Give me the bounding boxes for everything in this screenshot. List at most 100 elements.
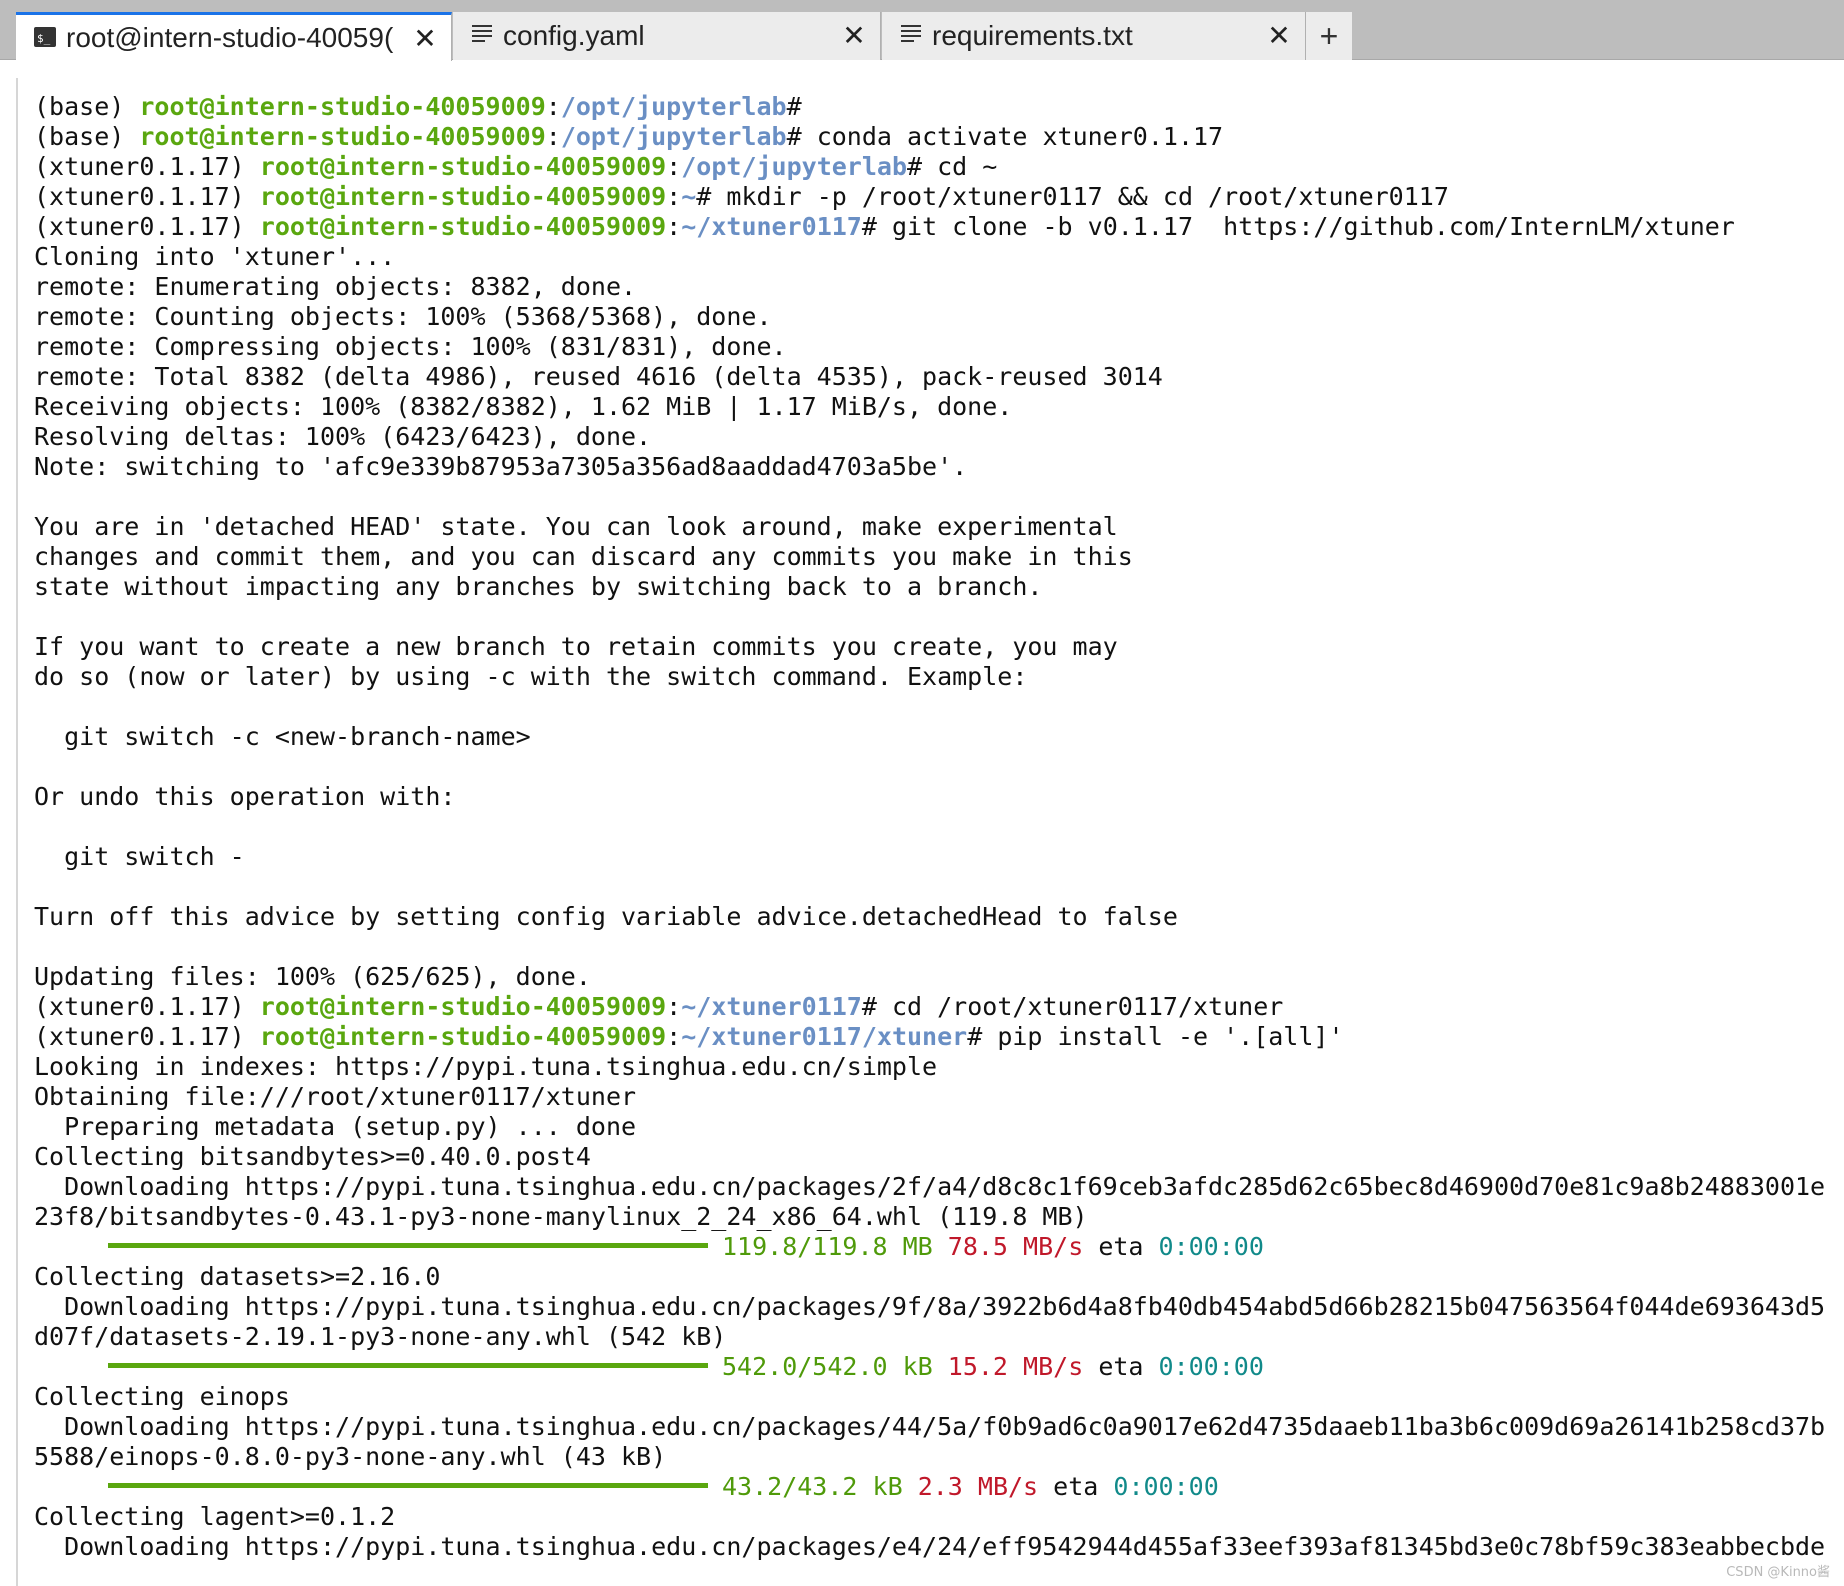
prompt-path: ~ [681, 182, 697, 211]
watermark: CSDN @Kinno酱 [1726, 1565, 1830, 1580]
output-line: Note: switching to 'afc9e339b87953a7305a… [34, 452, 968, 481]
output-line: remote: Total 8382 (delta 4986), reused … [34, 362, 1163, 391]
tab-terminal[interactable]: $_ root@intern-studio-40059( ✕ [16, 12, 452, 61]
progress-bar [108, 1242, 708, 1248]
close-icon[interactable]: ✕ [1263, 19, 1295, 51]
output-line: Downloading https://pypi.tuna.tsinghua.e… [34, 1172, 1826, 1201]
prompt-env: (base) [34, 122, 140, 151]
prompt-env: (xtuner0.1.17) [34, 1022, 260, 1051]
progress-bar [108, 1362, 708, 1368]
prompt-env: (xtuner0.1.17) [34, 212, 260, 241]
svg-text:$_: $_ [37, 32, 51, 45]
file-text-icon [900, 20, 922, 52]
output-line: Receiving objects: 100% (8382/8382), 1.6… [34, 392, 1013, 421]
progress-line: 43.2/43.2 kB 2.3 MB/s eta 0:00:00 [34, 1472, 1834, 1502]
output-line: Cloning into 'xtuner'... [34, 242, 396, 271]
progress-eta-label: eta [1053, 1472, 1099, 1501]
output-line: Downloading https://pypi.tuna.tsinghua.e… [34, 1532, 1826, 1561]
prompt-path: /opt/jupyterlab [681, 152, 908, 181]
plus-icon: + [1319, 17, 1339, 54]
prompt-user: root@intern-studio-40059009 [139, 92, 546, 121]
output-line: 23f8/bitsandbytes-0.43.1-py3-none-manyli… [34, 1202, 1088, 1231]
prompt-line: (base) root@intern-studio-40059009:/opt/… [34, 122, 1224, 151]
output-line: Downloading https://pypi.tuna.tsinghua.e… [34, 1292, 1826, 1321]
terminal-output[interactable]: (base) root@intern-studio-40059009:/opt/… [34, 92, 1834, 1582]
progress-eta: 0:00:00 [1158, 1232, 1264, 1261]
file-text-icon [471, 20, 493, 52]
tab-label: root@intern-studio-40059( [66, 22, 394, 53]
tab-config-yaml[interactable]: config.yaml ✕ [453, 12, 881, 60]
output-line: Turn off this advice by setting config v… [34, 902, 1178, 931]
progress-speed: 15.2 MB/s [947, 1352, 1084, 1381]
prompt-command: conda activate xtuner0.1.17 [801, 122, 1224, 151]
prompt-line: (base) root@intern-studio-40059009:/opt/… [34, 92, 802, 121]
output-line: Collecting einops [34, 1382, 290, 1411]
prompt-line: (xtuner0.1.17) root@intern-studio-400590… [34, 182, 1449, 211]
progress-line: 119.8/119.8 MB 78.5 MB/s eta 0:00:00 [34, 1232, 1834, 1262]
output-line: remote: Compressing objects: 100% (831/8… [34, 332, 787, 361]
add-tab-button[interactable]: + [1306, 12, 1352, 60]
prompt-line: (xtuner0.1.17) root@intern-studio-400590… [34, 992, 1284, 1021]
close-icon[interactable]: ✕ [838, 19, 870, 51]
prompt-user: root@intern-studio-40059009 [259, 212, 667, 241]
prompt-path: ~/xtuner0117 [681, 992, 862, 1021]
output-line: Downloading https://pypi.tuna.tsinghua.e… [34, 1412, 1826, 1441]
output-line: Resolving deltas: 100% (6423/6423), done… [34, 422, 652, 451]
progress-size: 119.8/119.8 MB [722, 1232, 933, 1261]
output-line: If you want to create a new branch to re… [34, 632, 1118, 661]
prompt-user: root@intern-studio-40059009 [259, 182, 667, 211]
output-line: do so (now or later) by using -c with th… [34, 662, 1028, 691]
prompt-line: (xtuner0.1.17) root@intern-studio-400590… [34, 212, 1735, 241]
prompt-command: cd ~ [922, 152, 998, 181]
tab-bar: $_ root@intern-studio-40059( ✕ config.ya… [0, 0, 1844, 61]
output-line: Looking in indexes: https://pypi.tuna.ts… [34, 1052, 938, 1081]
output-line: Preparing metadata (setup.py) ... done [34, 1112, 637, 1141]
prompt-env: (xtuner0.1.17) [34, 992, 260, 1021]
progress-line: 542.0/542.0 kB 15.2 MB/s eta 0:00:00 [34, 1352, 1834, 1382]
tab-requirements-txt[interactable]: requirements.txt ✕ [882, 12, 1306, 60]
output-line: Collecting bitsandbytes>=0.40.0.post4 [34, 1142, 591, 1171]
progress-eta-label: eta [1098, 1232, 1144, 1261]
tab-label: requirements.txt [932, 20, 1133, 51]
progress-bar [108, 1482, 708, 1488]
output-line: 5588/einops-0.8.0-py3-none-any.whl (43 k… [34, 1442, 667, 1471]
prompt-user: root@intern-studio-40059009 [259, 152, 667, 181]
prompt-env: (base) [34, 92, 140, 121]
output-line: state without impacting any branches by … [34, 572, 1043, 601]
prompt-path: ~/xtuner0117 [681, 212, 862, 241]
prompt-line: (xtuner0.1.17) root@intern-studio-400590… [34, 1022, 1344, 1051]
terminal-icon: $_ [34, 22, 56, 54]
prompt-user: root@intern-studio-40059009 [259, 992, 667, 1021]
progress-eta: 0:00:00 [1113, 1472, 1219, 1501]
progress-speed: 2.3 MB/s [917, 1472, 1039, 1501]
tab-label: config.yaml [503, 20, 645, 51]
prompt-command: pip install -e '.[all]' [982, 1022, 1344, 1051]
progress-size: 43.2/43.2 kB [722, 1472, 903, 1501]
prompt-env: (xtuner0.1.17) [34, 182, 260, 211]
prompt-command: cd /root/xtuner0117/xtuner [876, 992, 1284, 1021]
prompt-line: (xtuner0.1.17) root@intern-studio-400590… [34, 152, 998, 181]
prompt-user: root@intern-studio-40059009 [139, 122, 546, 151]
output-line: d07f/datasets-2.19.1-py3-none-any.whl (5… [34, 1322, 727, 1351]
progress-eta-label: eta [1098, 1352, 1144, 1381]
output-line: You are in 'detached HEAD' state. You ca… [34, 512, 1118, 541]
close-icon[interactable]: ✕ [409, 22, 441, 54]
output-line: remote: Counting objects: 100% (5368/536… [34, 302, 772, 331]
output-line: Updating files: 100% (625/625), done. [34, 962, 591, 991]
progress-eta: 0:00:00 [1158, 1352, 1264, 1381]
progress-speed: 78.5 MB/s [947, 1232, 1084, 1261]
prompt-command: git clone -b v0.1.17 https://github.com/… [876, 212, 1735, 241]
prompt-path: /opt/jupyterlab [560, 122, 787, 151]
prompt-user: root@intern-studio-40059009 [259, 1022, 667, 1051]
output-line: Or undo this operation with: [34, 782, 456, 811]
prompt-path: /opt/jupyterlab [560, 92, 787, 121]
output-line: changes and commit them, and you can dis… [34, 542, 1133, 571]
prompt-env: (xtuner0.1.17) [34, 152, 260, 181]
